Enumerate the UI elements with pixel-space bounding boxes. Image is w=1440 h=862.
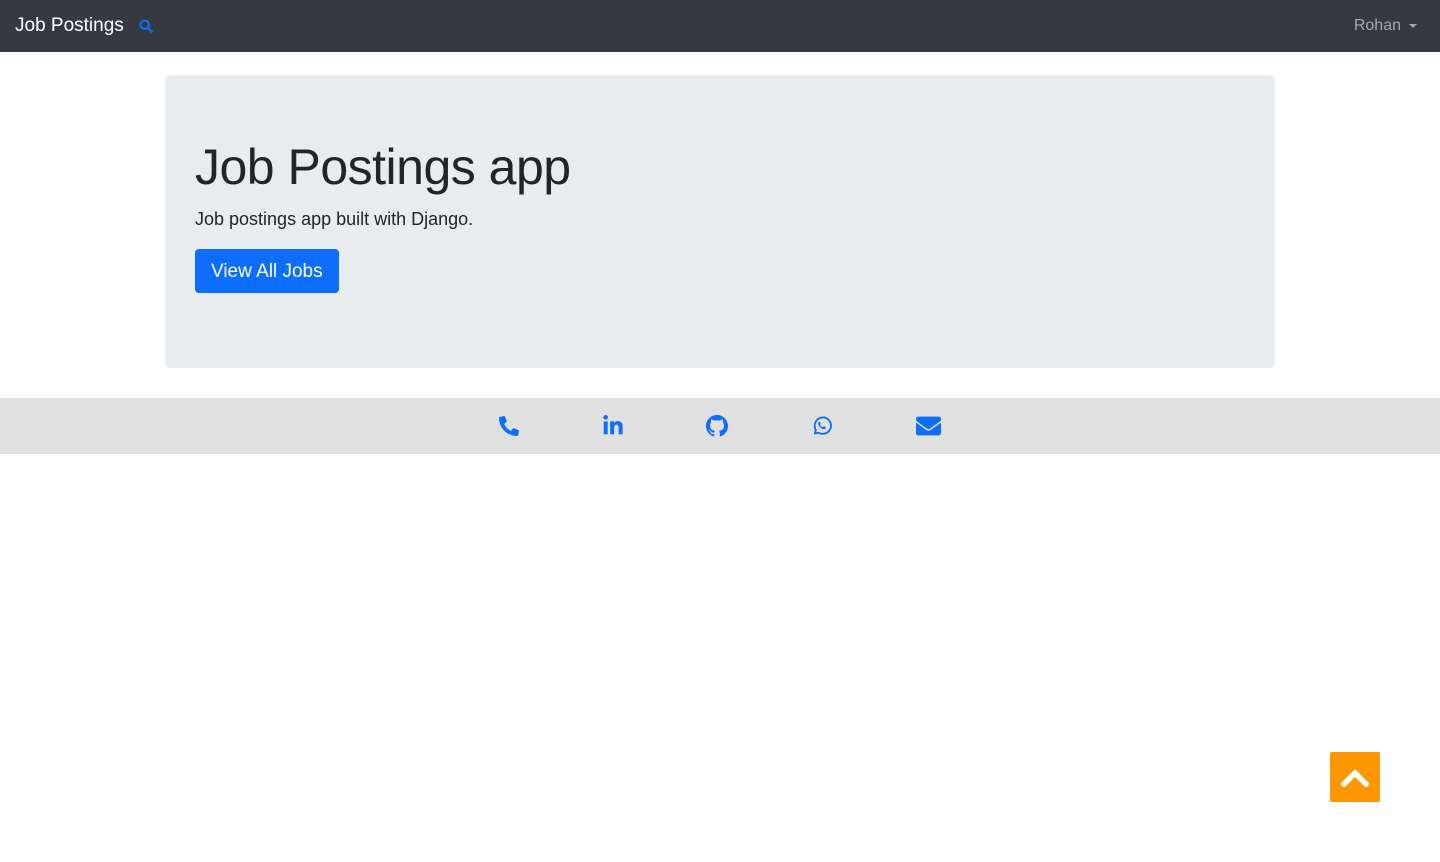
phone-icon[interactable] (497, 398, 521, 454)
hero-jumbotron: Job Postings app Job postings app built … (165, 75, 1275, 368)
back-to-top-button[interactable] (1330, 752, 1380, 802)
chevron-up-icon (1341, 767, 1369, 787)
linkedin-icon[interactable] (601, 398, 625, 454)
hero-subtitle: Job postings app built with Django. (195, 209, 474, 229)
caret-down-icon (1409, 24, 1417, 28)
view-all-jobs-button[interactable]: View All Jobs (195, 249, 339, 293)
user-menu-dropdown[interactable]: Rohan (1354, 17, 1417, 35)
whatsapp-icon[interactable] (810, 398, 834, 454)
search-icon[interactable] (139, 19, 153, 33)
page-title: Job Postings app (195, 139, 571, 195)
envelope-icon[interactable] (915, 398, 941, 454)
github-icon[interactable] (705, 398, 729, 454)
brand-link[interactable]: Job Postings (15, 15, 124, 37)
navbar-left: Job Postings (15, 15, 153, 37)
user-name: Rohan (1353, 17, 1401, 34)
navbar: Job Postings Rohan (0, 0, 1440, 52)
footer (0, 398, 1440, 454)
